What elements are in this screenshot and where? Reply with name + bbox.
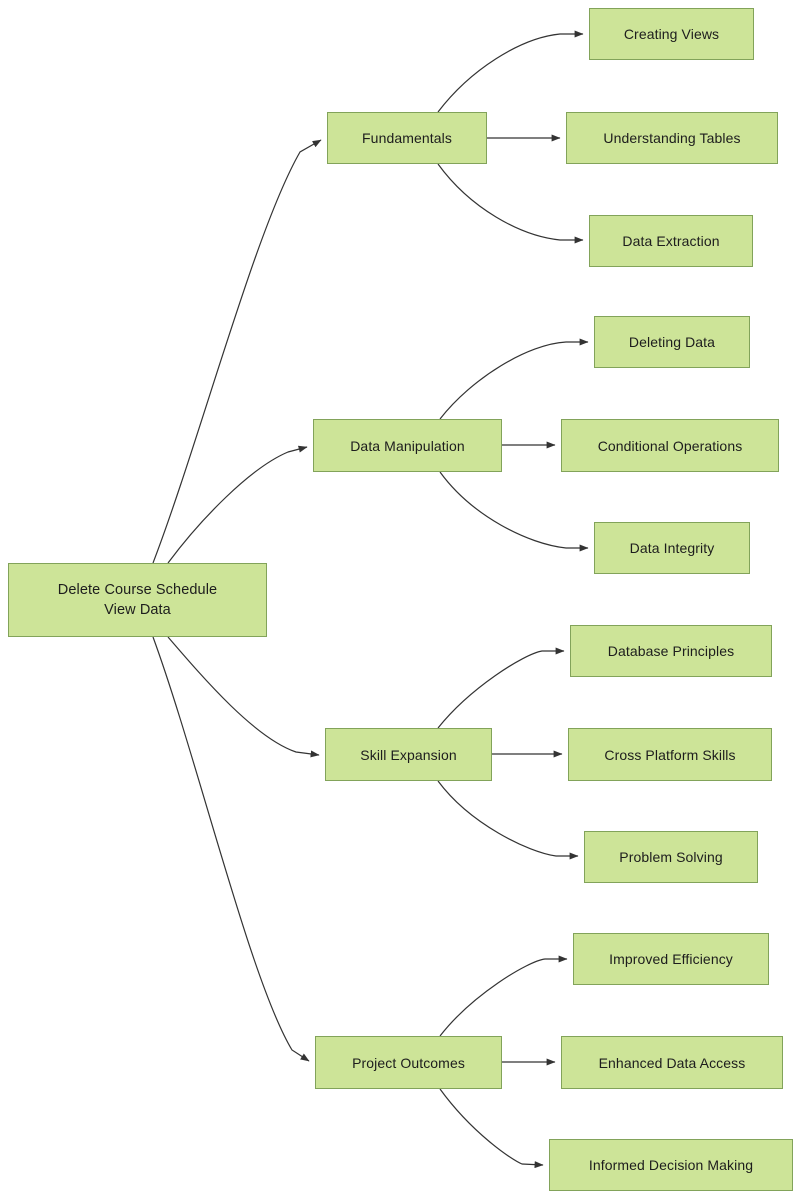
node-label-understanding-tables: Understanding Tables	[603, 130, 741, 146]
node-conditional-operations[interactable]: Conditional Operations	[561, 419, 779, 472]
node-label-conditional-operations: Conditional Operations	[597, 437, 743, 454]
node-label-data-integrity: Data Integrity	[629, 540, 715, 556]
node-label-creating-views: Creating Views	[623, 26, 720, 42]
node-label-problem-solving: Problem Solving	[619, 849, 723, 865]
node-label-deleting-data: Deleting Data	[628, 334, 716, 350]
node-enhanced-data-access[interactable]: Enhanced Data Access	[561, 1036, 783, 1089]
node-data-extraction[interactable]: Data Extraction	[589, 215, 753, 267]
node-label-skill-expansion: Skill Expansion	[360, 746, 457, 763]
node-deleting-data[interactable]: Deleting Data	[594, 316, 750, 368]
edge-po-informed-decision-making	[439, 1088, 544, 1169]
node-problem-solving[interactable]: Problem Solving	[584, 831, 758, 883]
node-label-data-manipulation: Data Manipulation	[350, 437, 465, 454]
node-improved-efficiency[interactable]: Improved Efficiency	[573, 933, 769, 985]
node-label-improved-efficiency: Improved Efficiency	[609, 951, 733, 967]
edge-fundamentals-data-extraction	[437, 163, 584, 244]
node-root[interactable]: Delete Course Schedule View Data	[8, 563, 267, 637]
node-creating-views[interactable]: Creating Views	[589, 8, 754, 60]
edge-root-data-manipulation	[167, 445, 308, 564]
edge-fundamentals-creating-views	[437, 30, 584, 113]
node-understanding-tables[interactable]: Understanding Tables	[566, 112, 778, 164]
node-label-project-outcomes: Project Outcomes	[352, 1054, 465, 1071]
edge-root-project-outcomes	[152, 636, 310, 1062]
node-label-enhanced-data-access: Enhanced Data Access	[598, 1054, 746, 1071]
node-label-fundamentals: Fundamentals	[362, 130, 452, 146]
node-label-database-principles: Database Principles	[607, 643, 735, 659]
node-data-integrity[interactable]: Data Integrity	[594, 522, 750, 574]
node-label-informed-decision-making: Informed Decision Making	[588, 1157, 754, 1173]
node-skill-expansion[interactable]: Skill Expansion	[325, 728, 492, 781]
node-label-cross-platform-skills: Cross Platform Skills	[604, 746, 736, 763]
node-fundamentals[interactable]: Fundamentals	[327, 112, 487, 164]
edge-dm-data-integrity	[439, 471, 589, 552]
edge-dm-deleting-data	[439, 338, 589, 420]
edge-root-skill-expansion	[167, 636, 320, 758]
edge-root-fundamentals	[152, 139, 322, 564]
mindmap-canvas: Delete Course Schedule View Data Fundamen…	[0, 0, 800, 1200]
node-label-root: Delete Course Schedule View Data	[57, 582, 218, 618]
node-project-outcomes[interactable]: Project Outcomes	[315, 1036, 502, 1089]
edge-se-problem-solving	[437, 780, 579, 860]
node-informed-decision-making[interactable]: Informed Decision Making	[549, 1139, 793, 1191]
node-cross-platform-skills[interactable]: Cross Platform Skills	[568, 728, 772, 781]
node-database-principles[interactable]: Database Principles	[570, 625, 772, 677]
edge-po-improved-efficiency	[439, 955, 568, 1037]
edge-se-database-principles	[437, 647, 565, 729]
node-data-manipulation[interactable]: Data Manipulation	[313, 419, 502, 472]
node-label-data-extraction: Data Extraction	[622, 233, 720, 249]
